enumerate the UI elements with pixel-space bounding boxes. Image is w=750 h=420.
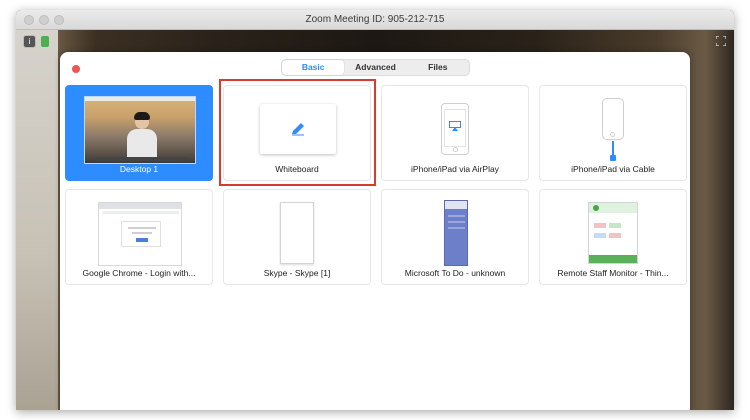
zoom-meeting-window: Zoom Meeting ID: 905-212-715 i Basic Adv…: [16, 10, 734, 410]
airplay-icon: [449, 121, 461, 131]
cable-plug-icon: [610, 155, 616, 161]
whiteboard-preview: [260, 104, 336, 154]
share-option-label: iPhone/iPad via Cable: [571, 164, 655, 174]
dock: [95, 157, 187, 161]
share-option-label: Whiteboard: [275, 164, 319, 174]
tab-basic[interactable]: Basic: [282, 60, 345, 75]
title-bar: Zoom Meeting ID: 905-212-715: [16, 10, 734, 30]
skype-window-preview: [280, 202, 314, 264]
video-left-pane: [16, 30, 58, 410]
remote-staff-monitor-preview: [588, 202, 638, 264]
lock-icon[interactable]: [41, 36, 49, 47]
share-option-label: Skype - Skype [1]: [263, 268, 331, 278]
share-option-microsoft-todo[interactable]: Microsoft To Do - unknown: [381, 189, 529, 285]
person-image: [127, 112, 157, 157]
share-option-label: Desktop 1: [119, 164, 159, 174]
share-option-skype[interactable]: Skype - Skype [1]: [223, 189, 371, 285]
pencil-icon: [292, 123, 304, 136]
share-option-label: Microsoft To Do - unknown: [404, 268, 506, 278]
tab-advanced[interactable]: Advanced: [344, 60, 406, 75]
desktop-preview: [84, 96, 196, 164]
share-tabs: Basic Advanced Files: [281, 59, 470, 76]
share-option-cable[interactable]: iPhone/iPad via Cable: [539, 85, 687, 181]
close-dialog-button[interactable]: [72, 65, 80, 73]
fullscreen-icon[interactable]: [716, 36, 726, 46]
share-option-remote-staff-monitor[interactable]: Remote Staff Monitor - Thin...: [539, 189, 687, 285]
share-option-label: Remote Staff Monitor - Thin...: [557, 268, 669, 278]
share-screen-dialog: Basic Advanced Files Desktop 1 Whiteboar…: [60, 52, 690, 410]
share-option-label: iPhone/iPad via AirPlay: [411, 164, 499, 174]
iphone-preview: [602, 98, 624, 140]
share-option-desktop-1[interactable]: Desktop 1: [65, 85, 213, 181]
share-option-airplay[interactable]: iPhone/iPad via AirPlay: [381, 85, 529, 181]
chrome-window-preview: [98, 202, 182, 266]
share-option-label: Google Chrome - Login with...: [82, 268, 196, 278]
share-option-whiteboard[interactable]: Whiteboard: [223, 85, 371, 181]
tab-files[interactable]: Files: [407, 60, 469, 75]
ipad-preview: [441, 103, 469, 155]
todo-window-preview: [444, 200, 468, 266]
info-icon[interactable]: i: [23, 35, 36, 48]
window-title: Zoom Meeting ID: 905-212-715: [305, 14, 445, 25]
share-option-chrome[interactable]: Google Chrome - Login with...: [65, 189, 213, 285]
